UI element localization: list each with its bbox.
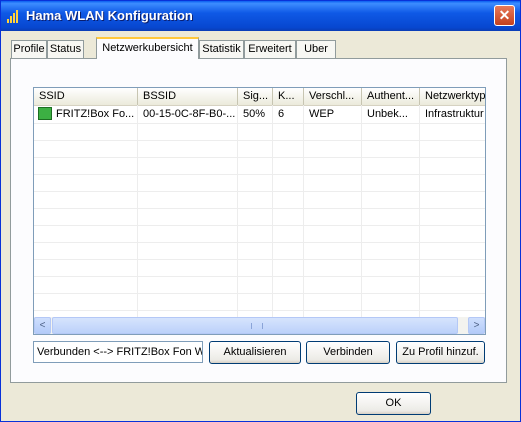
cell-encryption: WEP [309,108,335,120]
tab-uber[interactable]: Uber [296,40,336,58]
connect-button[interactable]: Verbinden [306,341,390,364]
empty-row [34,157,485,175]
cell-channel: 6 [278,108,285,120]
window-title: Hama WLAN Konfiguration [26,8,193,23]
empty-row [34,174,485,192]
empty-row [34,259,485,277]
cell-auth: Unbek... [367,108,408,120]
scroll-thumb[interactable] [52,317,458,334]
column-header-signal[interactable]: Sig... [238,88,273,105]
column-header-type[interactable]: Netzwerktyp [420,88,485,105]
tab-profile[interactable]: Profile [11,40,47,58]
column-header-ssid[interactable]: SSID [34,88,138,105]
column-header-bssid[interactable]: BSSID [138,88,238,105]
table-row[interactable]: FRITZ!Box Fo... 00-15-0C-8F-B0-... 50% 6… [34,106,485,124]
horizontal-scrollbar[interactable]: < > [34,317,485,334]
tab-netzwerkubersicht[interactable]: Netzwerkubersicht [96,37,199,59]
connection-status: Verbunden <--> FRITZ!Box Fon W [33,341,203,363]
app-window: Hama WLAN Konfiguration ✕ Profile Status… [0,0,521,422]
column-header-auth[interactable]: Authent... [362,88,420,105]
empty-row [34,293,485,311]
scroll-right-button[interactable]: > [468,317,485,334]
tab-statistik[interactable]: Statistik [199,40,244,58]
ok-button[interactable]: OK [356,392,431,415]
refresh-button[interactable]: Aktualisieren [209,341,301,364]
cell-bssid: 00-15-0C-8F-B0-... [143,108,236,120]
grip-icon [251,323,263,329]
empty-row [34,140,485,158]
chevron-left-icon: < [39,320,46,331]
add-profile-button[interactable]: Zu Profil hinzuf. [396,341,485,364]
empty-row [34,123,485,141]
empty-row [34,242,485,260]
tab-status[interactable]: Status [47,40,84,58]
wireless-network-icon [38,107,52,120]
cell-ssid: FRITZ!Box Fo... [56,108,135,120]
column-header-channel[interactable]: K... [273,88,304,105]
network-list[interactable]: SSID BSSID Sig... K... Verschl... Authen… [33,87,486,335]
chevron-right-icon: > [473,320,480,331]
close-icon: ✕ [498,7,511,23]
list-header: SSID BSSID Sig... K... Verschl... Authen… [34,88,485,106]
empty-row [34,276,485,294]
column-header-encryption[interactable]: Verschl... [304,88,362,105]
empty-row [34,225,485,243]
close-button[interactable]: ✕ [494,5,515,26]
empty-row [34,208,485,226]
title-bar[interactable]: Hama WLAN Konfiguration ✕ [1,1,520,31]
tab-erweitert[interactable]: Erweitert [244,40,296,58]
scroll-left-button[interactable]: < [34,317,51,334]
cell-type: Infrastruktur [425,108,484,120]
signal-bars-icon [7,9,23,23]
cell-signal: 50% [243,108,266,120]
empty-row [34,191,485,209]
